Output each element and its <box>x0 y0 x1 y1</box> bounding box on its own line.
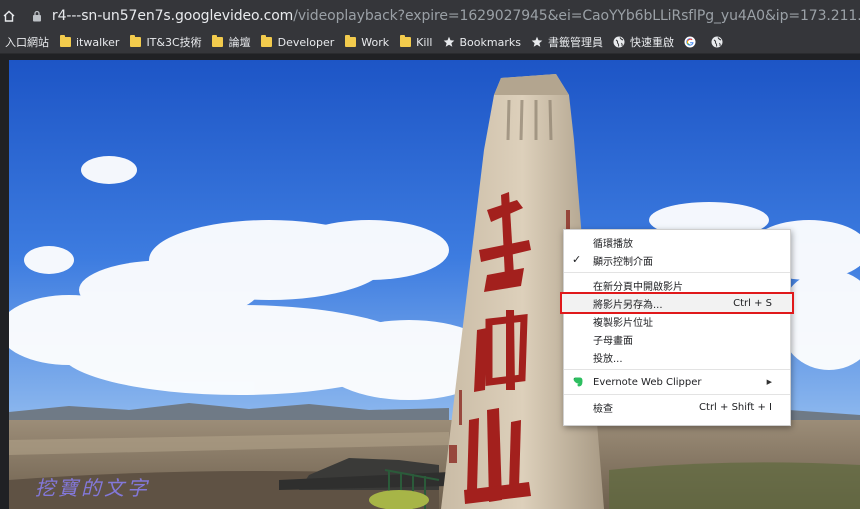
bookmark-portal[interactable]: 入口網站 <box>0 31 54 53</box>
bookmark-folder-developer[interactable]: Developer <box>256 31 340 53</box>
menu-item-shortcut: Ctrl + Shift + I <box>699 401 772 413</box>
menu-item-label: 將影片另存為... <box>593 299 663 311</box>
bookmark-manager[interactable]: 書籤管理員 <box>526 31 608 53</box>
folder-icon <box>59 35 71 48</box>
menu-item-cast[interactable]: 投放... <box>564 348 790 366</box>
context-menu: 循環播放 ✓ 顯示控制介面 在新分頁中開啟影片 將影片另存為... Ctrl +… <box>560 229 794 426</box>
address-bar: r4---sn-un57en7s.googlevideo.com/videopl… <box>0 0 860 31</box>
bookmark-label: Bookmarks <box>459 35 521 49</box>
url-host: r4---sn-un57en7s.googlevideo.com <box>51 7 294 24</box>
menu-item-loop[interactable]: 循環播放 <box>564 233 790 251</box>
bookmark-folder-it3c[interactable]: IT&3C技術 <box>124 31 206 53</box>
bookmark-globe[interactable] <box>706 31 733 53</box>
menu-separator <box>564 369 790 370</box>
bookmark-google[interactable] <box>679 31 706 53</box>
bookmark-label: itwalker <box>76 35 120 49</box>
folder-icon <box>129 35 141 48</box>
video-watermark: 挖寶的文字 <box>35 476 150 500</box>
menu-item-label: 子母畫面 <box>593 335 633 347</box>
menu-item-copy-video-address[interactable]: 複製影片位址 <box>564 312 790 330</box>
menu-item-label: 顯示控制介面 <box>593 256 653 268</box>
bookmark-folder-itwalker[interactable]: itwalker <box>54 31 124 53</box>
globe-icon <box>613 36 625 48</box>
menu-item-open-new-tab[interactable]: 在新分頁中開啟影片 <box>564 276 790 294</box>
folder-icon <box>399 35 411 48</box>
bookmark-quick-restart[interactable]: 快速重啟 <box>608 31 679 53</box>
bookmarks-bar: 入口網站 itwalker IT&3C技術 論壇 Developer Work … <box>0 31 860 54</box>
bookmark-label: Kill <box>416 35 433 49</box>
submenu-arrow-icon: ▶ <box>766 378 772 386</box>
checkmark-icon: ✓ <box>572 253 582 266</box>
folder-icon <box>261 35 273 48</box>
bookmark-label: Work <box>361 35 390 49</box>
menu-item-label: 投放... <box>593 353 623 365</box>
bookmark-label: 論壇 <box>228 36 251 49</box>
menu-item-label: 檢查 <box>593 403 613 415</box>
lock-icon[interactable] <box>30 9 44 23</box>
menu-item-inspect[interactable]: 檢查 Ctrl + Shift + I <box>564 398 790 416</box>
menu-separator <box>564 394 790 395</box>
menu-item-save-video-as[interactable]: 將影片另存為... Ctrl + S <box>560 292 794 314</box>
menu-item-label: 複製影片位址 <box>593 317 653 329</box>
menu-item-label: Evernote Web Clipper <box>593 376 702 388</box>
bookmark-label: 入口網站 <box>5 36 49 49</box>
menu-item-show-controls[interactable]: ✓ 顯示控制介面 <box>564 251 790 269</box>
folder-icon <box>212 35 224 48</box>
url-path: /videoplayback?expire=1629027945&ei=CaoY… <box>293 7 860 24</box>
bookmark-label: Developer <box>277 35 335 49</box>
menu-separator <box>564 272 790 273</box>
menu-item-label: 循環播放 <box>593 238 633 250</box>
menu-item-label: 在新分頁中開啟影片 <box>593 281 683 293</box>
bookmark-bookmarks[interactable]: Bookmarks <box>438 31 526 53</box>
bookmark-label: 快速重啟 <box>629 36 674 49</box>
menu-item-picture-in-picture[interactable]: 子母畫面 <box>564 330 790 348</box>
bookmark-folder-kill[interactable]: Kill <box>394 31 437 53</box>
bookmark-label: IT&3C技術 <box>146 36 202 49</box>
folder-icon <box>344 35 356 48</box>
star-icon <box>531 36 543 48</box>
evernote-icon <box>572 376 584 388</box>
menu-item-shortcut: Ctrl + S <box>733 297 772 309</box>
star-icon <box>443 36 455 48</box>
google-icon <box>684 36 696 48</box>
bookmark-label: 書籤管理員 <box>547 36 603 49</box>
globe-icon <box>711 36 723 48</box>
menu-item-evernote[interactable]: Evernote Web Clipper ▶ <box>564 373 790 391</box>
bookmark-folder-forum[interactable]: 論壇 <box>207 31 256 53</box>
url-field[interactable]: r4---sn-un57en7s.googlevideo.com/videopl… <box>52 8 860 24</box>
home-icon[interactable] <box>0 7 18 25</box>
bookmark-folder-work[interactable]: Work <box>339 31 394 53</box>
